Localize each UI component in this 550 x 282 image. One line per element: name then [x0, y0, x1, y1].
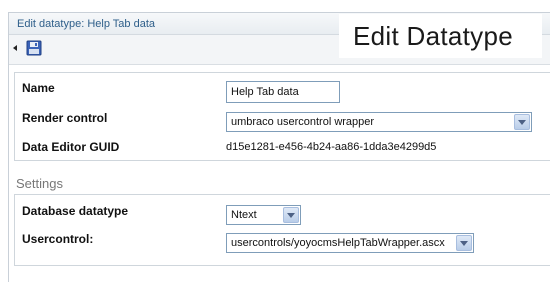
usercontrol-select[interactable]: usercontrols/yoyocmsHelpTabWrapper.ascx	[226, 233, 474, 253]
collapse-arrow-icon[interactable]	[13, 45, 17, 51]
render-control-select[interactable]: umbraco usercontrol wrapper	[226, 112, 532, 132]
window-title: Edit datatype: Help Tab data	[17, 18, 156, 30]
database-datatype-label: Database datatype	[22, 204, 129, 218]
name-label: Name	[22, 81, 55, 95]
render-control-label: Render control	[22, 111, 108, 125]
name-field[interactable]	[226, 81, 340, 103]
chevron-down-icon[interactable]	[283, 207, 299, 223]
database-datatype-select[interactable]: Ntext	[226, 205, 301, 225]
chevron-down-icon[interactable]	[514, 114, 530, 130]
usercontrol-label: Usercontrol:	[22, 232, 94, 246]
settings-heading: Settings	[16, 176, 63, 191]
settings-panel: Database datatype Ntext Usercontrol: use…	[14, 194, 550, 266]
general-properties-panel: Name Render control umbraco usercontrol …	[14, 72, 550, 161]
edit-datatype-caption: Edit Datatype	[339, 14, 542, 58]
render-control-value: umbraco usercontrol wrapper	[231, 116, 375, 128]
database-datatype-value: Ntext	[231, 209, 257, 221]
chevron-down-icon[interactable]	[456, 235, 472, 251]
usercontrol-value: usercontrols/yoyocmsHelpTabWrapper.ascx	[231, 237, 445, 249]
save-icon[interactable]	[26, 40, 42, 56]
data-editor-guid-label: Data Editor GUID	[22, 140, 120, 154]
data-editor-guid-value: d15e1281-e456-4b24-aa86-1dda3e4299d5	[226, 141, 437, 153]
